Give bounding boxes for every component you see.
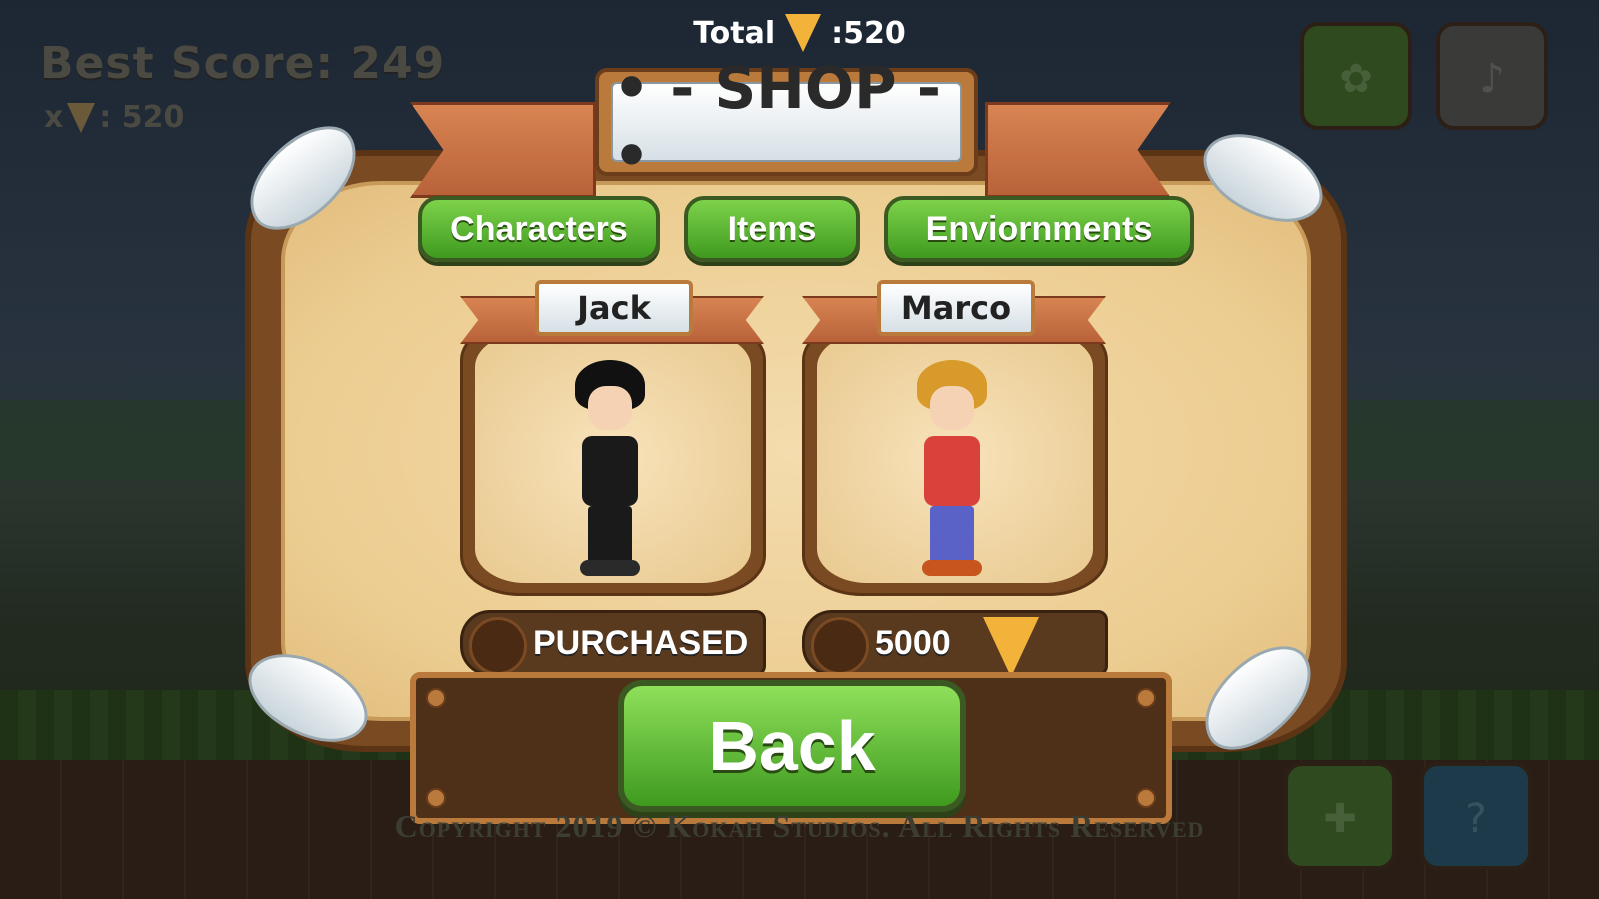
shop-title: • - SHOP - • <box>611 54 962 190</box>
character-card-marco[interactable]: Marco 5000 <box>802 280 1108 680</box>
leaf-button[interactable]: ✿ <box>1300 22 1412 130</box>
pizza-icon <box>983 617 1039 677</box>
total-label: Total <box>693 15 776 51</box>
music-note-icon: ♪ <box>1479 56 1505 102</box>
character-name: Jack <box>535 280 693 336</box>
purchase-status-bar[interactable]: PURCHASED <box>460 610 766 676</box>
shop-title-plate: • - SHOP - • <box>595 54 978 190</box>
buy-price-bar[interactable]: 5000 <box>802 610 1108 677</box>
pizza-icon <box>785 14 822 52</box>
pizza-count: x : 520 <box>44 100 184 135</box>
shop-panel-inner <box>281 181 1311 721</box>
pizza-icon <box>67 102 96 133</box>
character-price: 5000 <box>875 623 951 662</box>
tab-environments[interactable]: Enviornments <box>884 196 1194 262</box>
back-button[interactable]: Back <box>618 680 966 812</box>
purchase-status: PURCHASED <box>533 623 749 662</box>
character-name: Marco <box>877 280 1035 336</box>
tab-items[interactable]: Items <box>684 196 860 262</box>
character-card-jack[interactable]: Jack PURCHASED <box>460 280 766 680</box>
tab-characters[interactable]: Characters <box>418 196 660 262</box>
total-value: :520 <box>831 15 906 51</box>
character-sprite-jack <box>560 360 660 580</box>
music-button[interactable]: ♪ <box>1436 22 1548 130</box>
character-sprite-marco <box>902 360 1002 580</box>
copyright-notice: Copyright 2019 © Kokah Studios. All Righ… <box>394 808 1205 844</box>
leaf-icon: ✿ <box>1339 56 1373 102</box>
pizza-count-prefix: x <box>44 100 64 135</box>
pizza-count-value: : 520 <box>99 100 185 135</box>
